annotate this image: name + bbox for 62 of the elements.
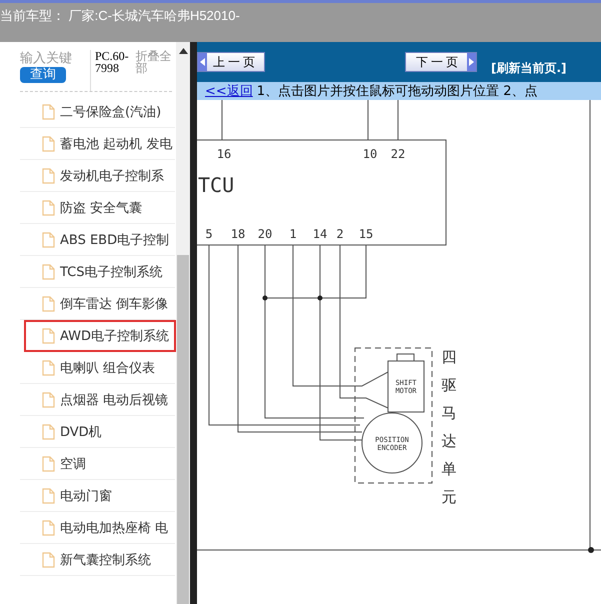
- menu-item[interactable]: ABS EBD电子控制: [20, 224, 175, 256]
- hint-text: 1、点击图片并按住鼠标可拖动动图片位置 2、点: [256, 83, 538, 100]
- unit-label-character: 达: [442, 432, 456, 450]
- vehicle-code: PC.60-7998: [90, 50, 134, 91]
- unit-label-character: 驱: [442, 376, 456, 394]
- unit-label-character: 四: [442, 348, 456, 366]
- pin-number: 20: [258, 227, 272, 241]
- tcu-label: TCU: [198, 173, 234, 197]
- document-icon: [42, 136, 55, 152]
- document-icon: [42, 488, 55, 504]
- menu-item[interactable]: 新气囊控制系统: [20, 544, 175, 576]
- document-icon: [42, 104, 55, 120]
- back-link[interactable]: <<返回: [205, 82, 253, 100]
- menu-item[interactable]: 二号保险盒(汽油): [20, 96, 175, 128]
- document-icon: [42, 264, 55, 280]
- menu-item[interactable]: 点烟器 电动后视镜: [20, 384, 175, 416]
- document-icon: [42, 552, 55, 568]
- junction-dot: [318, 296, 322, 300]
- pin-number: 1: [289, 227, 297, 241]
- menu-item[interactable]: 蓄电池 起动机 发电: [20, 128, 175, 160]
- pin-number: 16: [216, 147, 232, 161]
- unit-label-character: 马: [442, 404, 456, 422]
- previous-page-button[interactable]: 上一页: [197, 52, 265, 72]
- menu-item[interactable]: 发动机电子控制系: [20, 160, 175, 192]
- menu-item[interactable]: TCS电子控制系统: [20, 256, 175, 288]
- document-icon: [42, 200, 55, 216]
- menu-item[interactable]: DVD机: [20, 416, 175, 448]
- refresh-page-link[interactable]: [刷新当前页.]: [491, 60, 567, 76]
- next-page-button[interactable]: 下一页: [405, 52, 477, 72]
- menu-item[interactable]: 电动门窗: [20, 480, 175, 512]
- junction-dot: [588, 547, 594, 553]
- document-icon: [42, 456, 55, 472]
- document-icon: [42, 168, 55, 184]
- search-button[interactable]: 查询: [20, 67, 66, 83]
- menu-item[interactable]: 空调: [20, 448, 175, 480]
- pin-number: 2: [336, 227, 344, 241]
- document-icon: [42, 232, 55, 248]
- pin-number: 22: [390, 147, 406, 161]
- document-icon: [42, 328, 55, 344]
- scroll-up-icon[interactable]: [178, 48, 188, 54]
- pin-number: 10: [362, 147, 378, 161]
- document-icon: [42, 520, 55, 536]
- shift-motor-drawing: [388, 354, 424, 412]
- pin-number: 14: [312, 227, 328, 241]
- menu-item[interactable]: 防盗 安全气囊: [20, 192, 175, 224]
- document-icon: [42, 360, 55, 376]
- menu-item[interactable]: 倒车雷达 倒车影像: [20, 288, 175, 320]
- document-icon: [42, 392, 55, 408]
- menu-item[interactable]: AWD电子控制系统: [24, 320, 176, 352]
- junction-dot: [262, 296, 268, 300]
- document-icon: [42, 424, 55, 440]
- menu-item[interactable]: 电喇叭 组合仪表: [20, 352, 175, 384]
- pin-number: 15: [358, 227, 374, 241]
- menu-item[interactable]: 电动电加热座椅 电: [20, 512, 175, 544]
- car-model-title: 当前车型： 厂家:C-长城汽车哈弗H52010-: [0, 7, 240, 25]
- position-encoder-drawing: [362, 412, 422, 474]
- scrollbar-thumb[interactable]: [177, 255, 189, 604]
- unit-label-character: 元: [442, 488, 456, 506]
- pin-number: 5: [205, 227, 213, 241]
- document-icon: [42, 296, 55, 312]
- unit-label-character: 单: [442, 460, 456, 478]
- pin-number: 18: [230, 227, 246, 241]
